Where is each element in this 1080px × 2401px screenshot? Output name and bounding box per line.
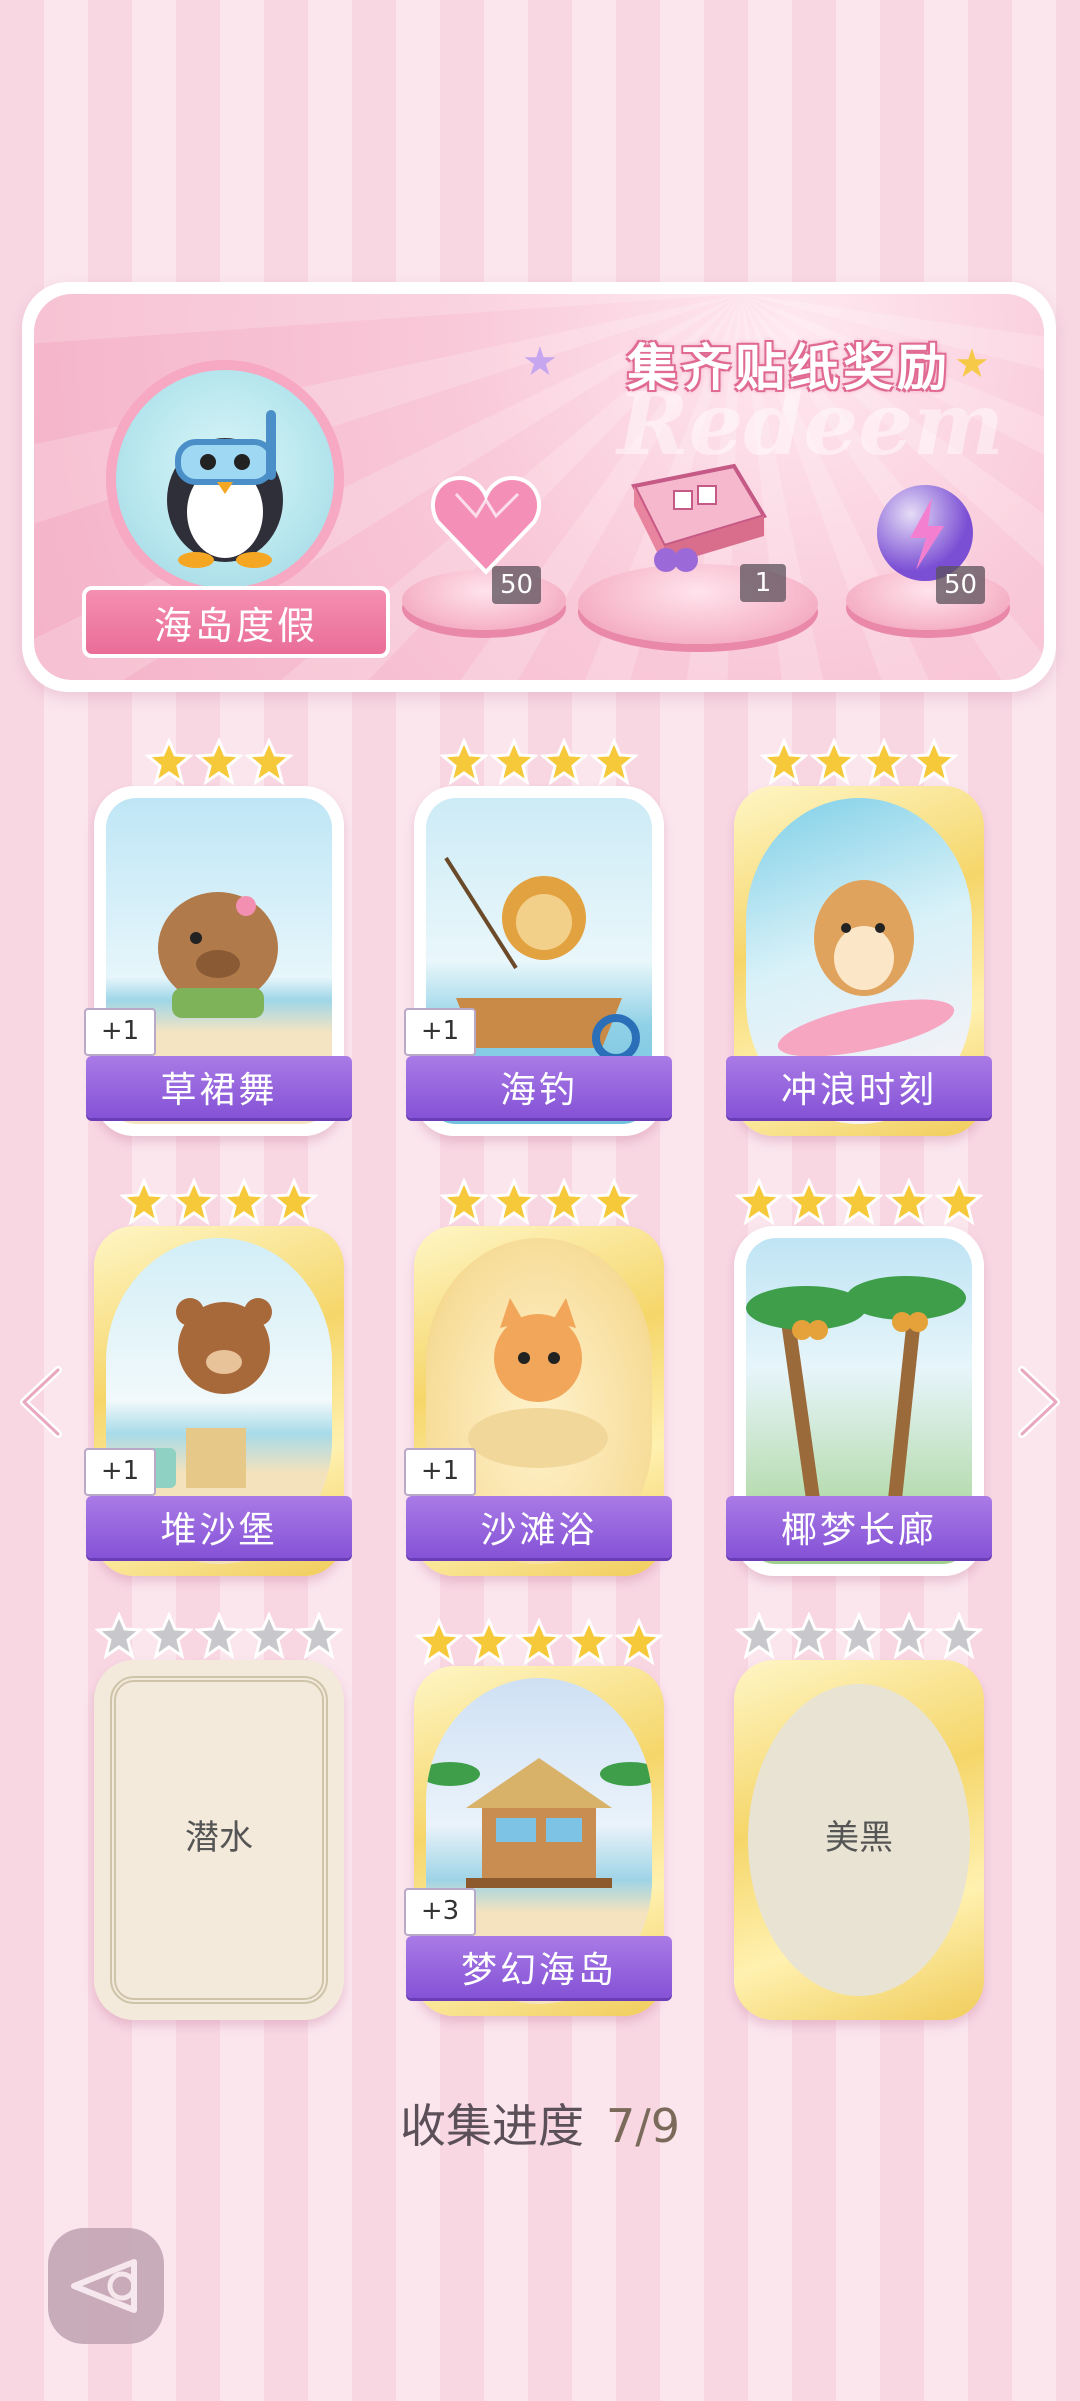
star-icon xyxy=(565,1618,613,1666)
star-icon xyxy=(860,738,908,786)
star-icon xyxy=(220,1178,268,1226)
star-rating xyxy=(734,1178,984,1226)
star-icon xyxy=(515,1618,563,1666)
sticker-card[interactable]: 椰梦长廊 xyxy=(726,1178,992,1576)
star-icon xyxy=(590,738,638,786)
bonus-tag: +1 xyxy=(404,1448,476,1496)
star-icon xyxy=(245,738,293,786)
star-rating xyxy=(94,1178,344,1226)
star-icon xyxy=(735,1178,783,1226)
sticker-name: 美黑 xyxy=(825,1818,893,1858)
star-icon xyxy=(415,1618,463,1666)
bonus-tag: +1 xyxy=(84,1008,156,1056)
star-icon xyxy=(885,1612,933,1660)
star-icon xyxy=(785,1178,833,1226)
reward-count: 1 xyxy=(740,564,786,602)
locked-sticker-card[interactable]: 潜水 xyxy=(94,1612,344,2020)
sticker-card[interactable]: +3 梦幻海岛 xyxy=(404,1618,672,2016)
star-rating xyxy=(414,1178,664,1226)
star-rating xyxy=(94,738,344,786)
penguin-snorkel-icon xyxy=(106,360,344,598)
theme-name-ribbon: 海岛度假 xyxy=(82,586,390,658)
sticker-card[interactable]: 冲浪时刻 xyxy=(726,738,992,1136)
star-icon xyxy=(760,738,808,786)
sticker-card[interactable]: +1 草裙舞 xyxy=(84,738,352,1136)
star-icon xyxy=(540,1178,588,1226)
star-icon xyxy=(590,1178,638,1226)
star-icon xyxy=(490,738,538,786)
reward-count: 50 xyxy=(936,566,986,604)
star-icon xyxy=(835,1178,883,1226)
sticker-name-label: 堆沙堡 xyxy=(86,1496,352,1558)
star-rating xyxy=(734,1612,984,1660)
star-icon xyxy=(465,1618,513,1666)
sticker-name-label: 冲浪时刻 xyxy=(726,1056,992,1118)
banner-title-ribbon: 集齐贴纸奖励 xyxy=(554,322,1024,406)
star-icon xyxy=(195,1612,243,1660)
star-icon xyxy=(490,1178,538,1226)
star-icon xyxy=(540,738,588,786)
back-arrow-icon xyxy=(71,2259,137,2313)
star-rating xyxy=(414,738,664,786)
star-icon xyxy=(735,1612,783,1660)
star-rating xyxy=(414,1618,664,1666)
star-icon xyxy=(195,738,243,786)
progress-label: 收集进度 xyxy=(399,2099,584,2153)
reward-count: 50 xyxy=(492,566,542,604)
star-rating xyxy=(94,1612,344,1660)
back-button[interactable] xyxy=(48,2228,164,2344)
sticker-name-label: 草裙舞 xyxy=(86,1056,352,1118)
sticker-card[interactable]: +1 沙滩浴 xyxy=(404,1178,672,1576)
star-icon xyxy=(885,1178,933,1226)
banner-background: Redeem ★ ★ 集齐贴纸奖励 海岛度假 50 1 50 xyxy=(34,294,1044,680)
reward-banner: Redeem ★ ★ 集齐贴纸奖励 海岛度假 50 1 50 xyxy=(22,282,1056,692)
star-icon xyxy=(95,1612,143,1660)
star-icon xyxy=(810,738,858,786)
next-page-arrow-icon[interactable] xyxy=(1008,1362,1068,1442)
star-icon xyxy=(270,1178,318,1226)
star-icon xyxy=(120,1178,168,1226)
star-icon xyxy=(910,738,958,786)
progress-value: 7/9 xyxy=(605,2099,681,2153)
star-icon xyxy=(935,1612,983,1660)
theme-name: 海岛度假 xyxy=(153,603,318,648)
sticker-name-label: 梦幻海岛 xyxy=(406,1936,672,1998)
sticker-name-label: 沙滩浴 xyxy=(406,1496,672,1558)
star-icon xyxy=(145,738,193,786)
banner-title: 集齐贴纸奖励 xyxy=(627,339,951,397)
sticker-name: 潜水 xyxy=(185,1818,253,1858)
star-rating xyxy=(734,738,984,786)
star-icon xyxy=(440,1178,488,1226)
star-icon xyxy=(170,1178,218,1226)
previous-page-arrow-icon[interactable] xyxy=(12,1362,72,1442)
star-icon xyxy=(295,1612,343,1660)
star-icon xyxy=(935,1178,983,1226)
collection-progress: 收集进度 7/9 xyxy=(0,2090,1080,2156)
star-icon xyxy=(785,1612,833,1660)
bonus-tag: +1 xyxy=(404,1008,476,1056)
star-icon xyxy=(145,1612,193,1660)
bonus-tag: +1 xyxy=(84,1448,156,1496)
sticker-name-label: 椰梦长廊 xyxy=(726,1496,992,1558)
locked-sticker-card[interactable]: 美黑 xyxy=(734,1612,984,2020)
bonus-tag: +3 xyxy=(404,1888,476,1936)
star-icon xyxy=(440,738,488,786)
star-icon xyxy=(835,1612,883,1660)
star-sparkle-icon: ★ xyxy=(522,339,558,385)
sticker-name-label: 海钓 xyxy=(406,1056,672,1118)
sticker-card[interactable]: +1 海钓 xyxy=(404,738,672,1136)
theme-badge[interactable]: 海岛度假 xyxy=(82,360,390,660)
star-icon xyxy=(245,1612,293,1660)
sticker-card[interactable]: +1 堆沙堡 xyxy=(84,1178,352,1576)
star-icon xyxy=(615,1618,663,1666)
